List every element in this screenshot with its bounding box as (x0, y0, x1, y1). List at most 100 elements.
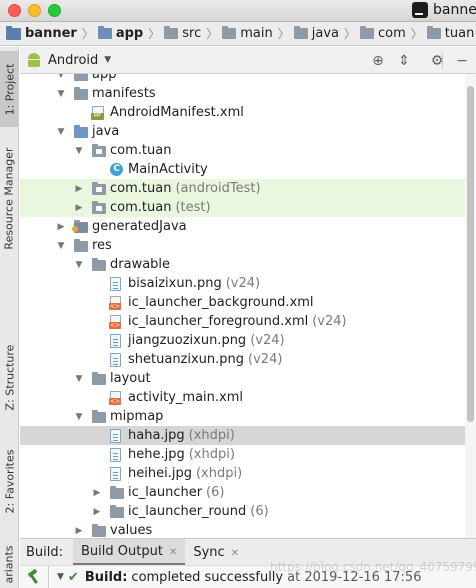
tree-row[interactable]: ▼ java (20, 122, 465, 141)
tree-row[interactable]: activity_main.xml (20, 388, 465, 407)
tab-sync[interactable]: Sync ✕ (185, 539, 247, 566)
tree-row-qualifier: (v24) (312, 314, 347, 329)
android-icon (26, 53, 42, 67)
breadcrumb-item[interactable]: tuan (426, 26, 475, 41)
app-icon (412, 2, 428, 18)
tree-row-label: haha.jpg (128, 428, 185, 443)
tree-row[interactable]: ic_launcher_background.xml (20, 293, 465, 312)
breadcrumb-item[interactable]: banner (6, 25, 77, 41)
build-status-row[interactable]: ▼ ✔ Build: completed successfully at 201… (20, 565, 476, 588)
view-mode-selector[interactable]: Android (48, 53, 98, 68)
tree-row[interactable]: ▼ res (20, 236, 465, 255)
structure-tool-tab[interactable]: Z: Structure (0, 337, 19, 417)
expand-arrow-down-icon[interactable]: ▼ (55, 127, 67, 137)
expand-arrow-down-icon[interactable]: ▼ (55, 241, 67, 251)
tree-row[interactable]: hehe.jpg (xhdpi) (20, 445, 465, 464)
project-tree: ▼ app ▼ manifests AndroidManifest.xml ▼ java ▼ c… (20, 74, 465, 538)
tree-row[interactable]: haha.jpg (xhdpi) (20, 426, 465, 445)
tree-row[interactable]: ▼ manifests (20, 84, 465, 103)
close-icon[interactable]: ✕ (231, 548, 239, 559)
expand-arrow-down-icon[interactable]: ▼ (55, 74, 67, 80)
breadcrumb-item[interactable]: main (222, 26, 273, 41)
expand-arrow-right-icon[interactable]: ▶ (73, 526, 85, 536)
tree-row[interactable]: ▼ drawable (20, 255, 465, 274)
tree-row-qualifier: (6) (250, 504, 269, 519)
tree-row[interactable]: ▼ mipmap (20, 407, 465, 426)
tree-row-qualifier: (xhdpi) (188, 428, 235, 443)
image-file-icon (110, 447, 121, 462)
tree-row-label: layout (110, 371, 151, 386)
minimize-window-button[interactable] (28, 4, 41, 17)
breadcrumb-separator-icon: 〉 (277, 27, 290, 41)
hammer-icon[interactable] (26, 570, 40, 584)
tree-row[interactable]: jiangzuozixun.png (v24) (20, 331, 465, 350)
tree-row-label: shetuanzixun.png (128, 352, 245, 367)
tree-row[interactable]: bisaizixun.png (v24) (20, 274, 465, 293)
folder-icon (426, 26, 441, 39)
tree-row[interactable]: ▶ ic_launcher (6) (20, 483, 465, 502)
expand-arrow-down-icon[interactable]: ▼ (73, 260, 85, 270)
tree-row[interactable]: heihei.jpg (xhdpi) (20, 464, 465, 483)
expand-arrow-right-icon[interactable]: ▶ (73, 203, 85, 213)
chevron-down-icon[interactable]: ▼ (57, 572, 64, 582)
tree-row[interactable]: AndroidManifest.xml (20, 103, 465, 122)
tree-row[interactable]: ic_launcher_foreground.xml(v24) (20, 312, 465, 331)
tree-row-qualifier: (xhdpi) (195, 466, 243, 481)
tree-row[interactable]: ▶ com.tuan (androidTest) (20, 179, 465, 198)
expand-arrow-down-icon[interactable]: ▼ (73, 374, 85, 384)
check-icon: ✔ (67, 569, 79, 585)
tab-build-output[interactable]: Build Output ✕ (73, 538, 186, 566)
breadcrumb-item[interactable]: java (293, 26, 339, 41)
build-variants-tool-tab[interactable]: ariants (0, 541, 19, 587)
tree-row[interactable]: ▼ app (20, 74, 465, 84)
breadcrumb-item[interactable]: app (97, 26, 143, 41)
close-icon[interactable]: ✕ (169, 547, 177, 558)
expand-arrow-right-icon[interactable]: ▶ (91, 488, 103, 498)
tree-row-label: generatedJava (92, 219, 187, 234)
expand-arrow-down-icon[interactable]: ▼ (55, 89, 67, 99)
gear-icon[interactable]: ⚙ (429, 53, 445, 69)
folder-icon (92, 372, 106, 385)
tree-row-qualifier: (v24) (248, 352, 283, 367)
tree-row-label: ic_launcher_round (128, 504, 247, 519)
collapse-all-icon[interactable]: ⇕ (396, 53, 412, 69)
zoom-window-button[interactable] (48, 4, 61, 17)
build-tool-window-header: Build: Build Output ✕ Sync ✕ (20, 538, 476, 566)
close-window-button[interactable] (8, 4, 21, 17)
tree-row[interactable]: ▶ values (20, 521, 465, 538)
tab-sync-label: Sync (193, 544, 225, 560)
build-status-label: Build: (84, 569, 128, 585)
expand-arrow-down-icon[interactable]: ▼ (73, 412, 85, 422)
project-tool-tab[interactable]: 1: Project (0, 51, 19, 127)
tree-row[interactable]: ▶ com.tuan (test) (20, 198, 465, 217)
resource-manager-tool-tab[interactable]: Resource Manager (0, 143, 19, 253)
breadcrumb-item[interactable]: com (360, 26, 406, 41)
expand-arrow-right-icon[interactable]: ▶ (91, 507, 103, 517)
breadcrumb-separator-icon: 〉 (410, 27, 423, 41)
tree-row[interactable]: shetuanzixun.png (v24) (20, 350, 465, 369)
package-icon (92, 201, 106, 214)
expand-arrow-down-icon[interactable]: ▼ (73, 146, 85, 156)
tree-row-label: MainActivity (128, 162, 208, 177)
tree-row[interactable]: ▶ generatedJava (20, 217, 465, 236)
hide-panel-icon[interactable]: − (454, 53, 470, 69)
tree-row[interactable]: ▶ ic_launcher_round (6) (20, 502, 465, 521)
project-panel-header: Android ▼ ⊕ ⇕ ⚙ − (20, 47, 476, 74)
expand-arrow-right-icon[interactable]: ▶ (73, 184, 85, 194)
xml-file-icon (109, 390, 121, 405)
tree-row[interactable]: C MainActivity (20, 160, 465, 179)
tree-row[interactable]: ▼ com.tuan (20, 141, 465, 160)
breadcrumb-item-label: java (311, 26, 339, 41)
expand-arrow-right-icon[interactable]: ▶ (55, 222, 67, 232)
breadcrumb-item[interactable]: src (164, 26, 201, 41)
favorites-tool-tab[interactable]: 2: Favorites (0, 443, 19, 519)
tree-row-label: drawable (110, 257, 171, 272)
tree-row-label: res (92, 238, 112, 253)
tree-scrollbar-thumb[interactable] (467, 86, 474, 422)
folder-icon (360, 26, 375, 39)
tree-row[interactable]: ▼ layout (20, 369, 465, 388)
folder-icon (6, 25, 21, 40)
chevron-down-icon[interactable]: ▼ (104, 55, 111, 65)
breadcrumb-item-label: tuan (444, 26, 475, 41)
locate-target-icon[interactable]: ⊕ (370, 53, 386, 69)
